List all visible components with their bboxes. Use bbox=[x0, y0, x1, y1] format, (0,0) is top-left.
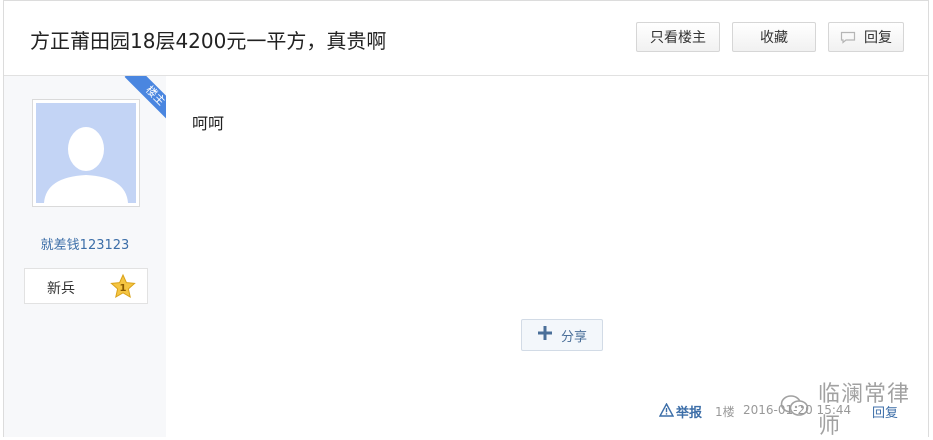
level-number: 1 bbox=[120, 283, 127, 294]
post-content: 呵呵 bbox=[192, 114, 225, 133]
comment-icon bbox=[840, 31, 856, 44]
op-badge: 楼主 bbox=[122, 76, 166, 120]
reply-button-label: 回复 bbox=[864, 30, 892, 46]
floor-number: 1楼 bbox=[715, 405, 735, 419]
post-frame: 方正莆田园18层4200元一平方，真贵啊 只看楼主 收藏 回复 楼主 就差钱12… bbox=[3, 0, 929, 439]
share-label: 分享 bbox=[560, 329, 587, 345]
level-badge: 新兵 1 bbox=[24, 268, 148, 304]
thread-header: 方正莆田园18层4200元一平方，真贵啊 只看楼主 收藏 回复 bbox=[4, 1, 928, 76]
op-badge-label: 楼主 bbox=[142, 83, 166, 109]
reply-button[interactable]: 回复 bbox=[828, 22, 904, 52]
post-time: 2016-01-20 15:44 bbox=[743, 403, 852, 417]
author-username[interactable]: 就差钱123123 bbox=[4, 234, 166, 253]
report-link[interactable]: 举报 bbox=[658, 402, 703, 421]
only-author-button[interactable]: 只看楼主 bbox=[636, 22, 720, 52]
author-sidebar: 楼主 就差钱123123 新兵 1 bbox=[4, 76, 166, 437]
warning-icon bbox=[658, 402, 675, 421]
thread-title: 方正莆田园18层4200元一平方，真贵啊 bbox=[30, 29, 387, 53]
level-name: 新兵 bbox=[47, 281, 75, 297]
post-main: 呵呵 分享 临澜常律师 举报 1楼 2016-01-20 15:44 回复 bbox=[166, 76, 928, 439]
share-button[interactable]: 分享 bbox=[521, 319, 603, 351]
level-star-icon: 1 bbox=[109, 273, 137, 301]
post-reply-link[interactable]: 回复 bbox=[872, 402, 898, 421]
report-label: 举报 bbox=[676, 406, 703, 421]
favorite-button[interactable]: 收藏 bbox=[732, 22, 816, 52]
plus-icon bbox=[537, 325, 553, 345]
default-avatar-icon bbox=[36, 103, 136, 203]
